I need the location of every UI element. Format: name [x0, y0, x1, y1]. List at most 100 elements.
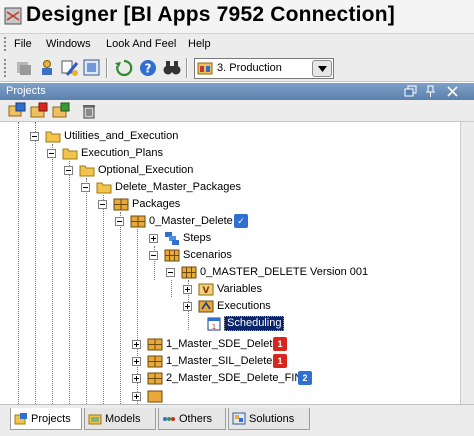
tree-node-label: Delete_Master_Packages — [115, 181, 241, 193]
collapse-toggle[interactable] — [81, 183, 90, 192]
svg-text:V: V — [203, 286, 210, 296]
projects-tab-icon — [14, 413, 27, 425]
tree-node-packages[interactable]: Packages — [0, 196, 460, 213]
panel-title: Projects — [6, 85, 46, 97]
tree-scrollbar[interactable] — [460, 122, 474, 404]
svg-text:?: ? — [145, 62, 152, 76]
help-icon[interactable]: ? — [138, 58, 158, 78]
menu-look-and-feel[interactable]: Look And Feel — [106, 38, 176, 50]
context-select[interactable]: 3. Production — [194, 58, 334, 79]
info-badge-icon: 2 — [298, 371, 312, 385]
window-title: Designer [BI Apps 7952 Connection] — [26, 3, 395, 26]
designer-app-icon — [4, 7, 22, 25]
expand-toggle[interactable] — [132, 374, 141, 383]
tree-node-partial[interactable] — [0, 388, 460, 404]
tree-node-label: Executions — [217, 300, 271, 312]
package-icon — [147, 355, 163, 368]
search-binoculars-icon[interactable] — [162, 58, 182, 78]
insert-folder-icon[interactable] — [30, 102, 48, 120]
tree-node-steps[interactable]: Steps — [0, 230, 460, 247]
delete-icon[interactable] — [80, 102, 98, 120]
tab-others[interactable]: Others — [158, 408, 226, 430]
tree-node-label: Execution_Plans — [81, 147, 163, 159]
close-icon[interactable] — [446, 85, 459, 98]
menu-help[interactable]: Help — [188, 38, 211, 50]
collapse-toggle[interactable] — [47, 149, 56, 158]
toolbar-separator — [186, 58, 188, 78]
context-dropdown-button[interactable] — [312, 60, 332, 77]
menu-windows[interactable]: Windows — [46, 38, 91, 50]
refresh-icon[interactable] — [114, 58, 134, 78]
tree-node-label: 0_MASTER_DELETE Version 001 — [200, 266, 369, 278]
tree-node-executions[interactable]: Executions — [0, 298, 460, 315]
tree-node-label: Optional_Execution — [98, 164, 194, 176]
tree-node-execution-plans[interactable]: Execution_Plans — [0, 145, 460, 162]
error-badge-icon: 1 — [273, 354, 287, 368]
tree-node-scenarios[interactable]: Scenarios — [0, 247, 460, 264]
solutions-tab-icon — [232, 412, 246, 425]
tree-node-scheduling[interactable]: 1 Scheduling — [0, 315, 460, 332]
insert-project-icon[interactable] — [8, 102, 26, 120]
folder-icon — [96, 182, 112, 194]
collapse-toggle[interactable] — [30, 132, 39, 141]
tree-node-label: Scheduling — [224, 316, 285, 331]
tab-solutions[interactable]: Solutions — [228, 408, 310, 430]
operator-icon[interactable] — [38, 58, 58, 78]
tree-node-1-master-sil-delete[interactable]: 1_Master_SIL_Delete 1 — [0, 353, 460, 370]
context-icon — [197, 62, 213, 75]
tab-label: Projects — [31, 413, 71, 425]
topology-manager-icon[interactable] — [82, 58, 102, 78]
expand-toggle[interactable] — [132, 340, 141, 349]
package-icon — [147, 338, 163, 351]
expand-toggle[interactable] — [149, 234, 158, 243]
tree-node-optional-execution[interactable]: Optional_Execution — [0, 162, 460, 179]
navigator-tabs: Projects Models Others Solutions — [0, 404, 474, 436]
folder-icon — [79, 165, 95, 177]
package-icon — [147, 372, 163, 385]
tab-label: Solutions — [249, 413, 295, 425]
tree-node-delete-master-packages[interactable]: Delete_Master_Packages — [0, 179, 460, 196]
restore-icon[interactable] — [404, 85, 417, 98]
tree-node-0-master-delete-version-001[interactable]: 0_MASTER_DELETE Version 001 — [0, 264, 460, 281]
disabled-tool-icon[interactable] — [14, 58, 34, 78]
tab-projects[interactable]: Projects — [10, 408, 82, 430]
tree-node-variables[interactable]: V Variables — [0, 281, 460, 298]
check-badge-icon: ✓ — [234, 214, 248, 228]
toolbar-grip — [4, 59, 8, 77]
collapse-toggle[interactable] — [149, 251, 158, 260]
variables-icon: V — [198, 283, 214, 296]
package-icon — [130, 215, 146, 228]
tree-node-utilities-and-execution[interactable]: Utilities_and_Execution — [0, 128, 460, 145]
tree-node-2-master-sde-delete-fin[interactable]: 2_Master_SDE_Delete_FIN 2 — [0, 370, 460, 387]
tab-models[interactable]: Models — [84, 408, 156, 430]
projects-toolbar — [0, 100, 474, 122]
title-bar: Designer [BI Apps 7952 Connection] — [0, 0, 474, 34]
tree-node-label: Scenarios — [183, 249, 232, 261]
tree-node-label: 1_Master_SIL_Delete — [166, 355, 273, 367]
executions-icon — [198, 300, 214, 313]
menu-grip — [4, 37, 8, 51]
svg-text:1: 1 — [212, 323, 216, 331]
others-tab-icon — [163, 417, 175, 421]
collapse-toggle[interactable] — [98, 200, 107, 209]
expand-toggle[interactable] — [183, 302, 192, 311]
tree-node-0-master-delete[interactable]: 0_Master_Delete ✓ — [0, 213, 460, 230]
expand-toggle[interactable] — [132, 392, 141, 401]
tree-node-1-master-sde-delete[interactable]: 1_Master_SDE_Delete 1 — [0, 336, 460, 353]
tree-node-label: 1_Master_SDE_Delete — [166, 338, 279, 350]
collapse-toggle[interactable] — [115, 217, 124, 226]
expand-toggle[interactable] — [183, 285, 192, 294]
package-icon — [147, 390, 163, 403]
pin-icon[interactable] — [424, 85, 437, 98]
tab-label: Models — [105, 413, 141, 425]
toolbar-separator — [106, 58, 108, 78]
tab-label: Others — [179, 413, 213, 425]
security-manager-icon[interactable] — [60, 58, 80, 78]
context-value: 3. Production — [217, 62, 282, 74]
error-badge-icon: 1 — [273, 337, 287, 351]
insert-package-icon[interactable] — [52, 102, 70, 120]
collapse-toggle[interactable] — [166, 268, 175, 277]
menu-file[interactable]: File — [14, 38, 32, 50]
expand-toggle[interactable] — [132, 357, 141, 366]
collapse-toggle[interactable] — [64, 166, 73, 175]
